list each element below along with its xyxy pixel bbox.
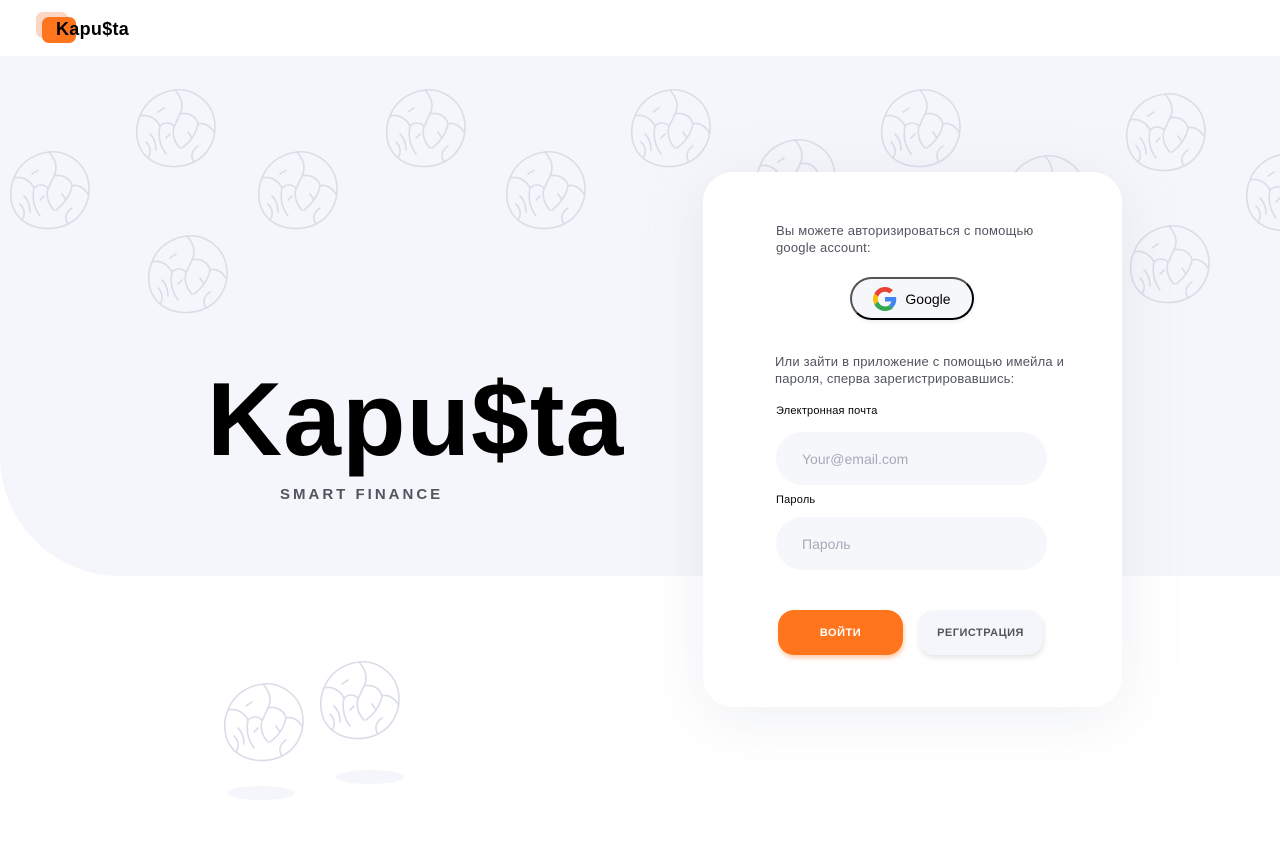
cabbage-icon (142, 228, 232, 318)
cabbage-icon (1120, 86, 1210, 176)
email-label: Электронная почта (776, 405, 878, 417)
login-button[interactable]: ВОЙТИ (778, 610, 903, 655)
hero-subtitle: SMART FINANCE (280, 486, 444, 503)
cabbage-icon (314, 654, 404, 744)
cabbage-shadow (336, 770, 404, 784)
cabbage-icon (252, 144, 342, 234)
cabbage-icon (875, 82, 965, 172)
google-button-label: Google (905, 290, 951, 307)
header-logo-text: Kapu$ta (56, 19, 130, 39)
header-logo[interactable]: Kapu$ta (36, 12, 136, 46)
password-field[interactable] (776, 517, 1047, 570)
top-header: Kapu$ta (0, 0, 1280, 56)
google-login-button[interactable]: Google (850, 277, 974, 320)
email-field[interactable] (776, 432, 1047, 485)
email-auth-prompt: Или зайти в приложение с помощью имейла … (775, 354, 1065, 386)
cabbage-icon (218, 676, 308, 766)
cabbage-shadow (227, 786, 295, 800)
register-button[interactable]: РЕГИСТРАЦИЯ (918, 610, 1043, 655)
cabbage-icon (1124, 218, 1214, 308)
cabbage-icon (500, 144, 590, 234)
cabbage-icon (4, 144, 94, 234)
auth-card: Вы можете авторизироваться с помощью goo… (703, 172, 1122, 707)
cabbage-icon (380, 82, 470, 172)
cabbage-icon (130, 82, 220, 172)
hero-title: Kapu$ta (207, 362, 625, 478)
cabbage-icon (1240, 146, 1280, 236)
cabbage-icon (625, 82, 715, 172)
google-auth-prompt: Вы можете авторизироваться с помощью goo… (776, 223, 1034, 255)
password-label: Пароль (776, 494, 816, 506)
google-icon (873, 286, 897, 311)
